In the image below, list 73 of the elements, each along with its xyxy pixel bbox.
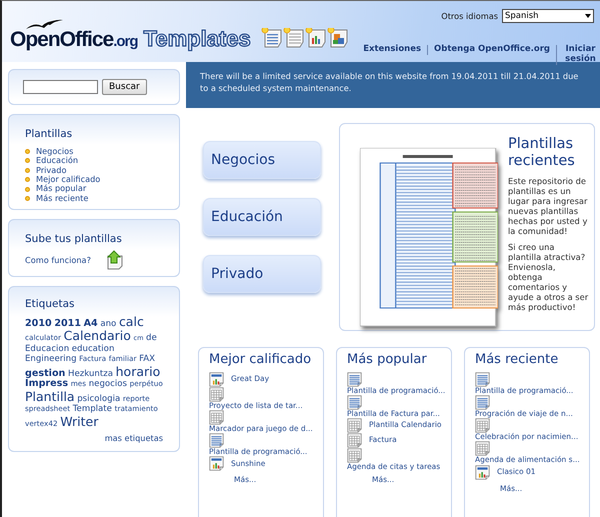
category-link[interactable]: Privado bbox=[36, 166, 67, 176]
panel-title: Plantillas bbox=[25, 127, 74, 142]
search-button[interactable]: Buscar bbox=[102, 79, 147, 95]
chart-document-icon bbox=[475, 464, 490, 480]
list-title: Mejor calificado bbox=[209, 352, 312, 368]
tag-link[interactable]: de bbox=[146, 333, 157, 344]
text-document-icon bbox=[475, 394, 490, 410]
bullet-icon bbox=[25, 158, 30, 164]
tag-link[interactable]: negocios bbox=[88, 379, 128, 390]
category-link[interactable]: Educación bbox=[36, 156, 78, 166]
nav-link[interactable]: Obtenga OpenOffice.org bbox=[427, 45, 556, 55]
search-field[interactable] bbox=[23, 80, 98, 94]
more-tags-link[interactable]: mas etiquetas bbox=[104, 433, 163, 444]
category-button[interactable]: Privado bbox=[203, 255, 321, 293]
logo-text: OpenOffice.org bbox=[10, 28, 138, 51]
spreadsheet-icon bbox=[347, 448, 362, 464]
spreadsheet-icon bbox=[475, 418, 490, 434]
tag-link[interactable]: gestion bbox=[25, 368, 66, 379]
tag-link[interactable]: Plantilla bbox=[25, 388, 75, 404]
intro-paragraph: Si creo una plantilla atractiva? Envienosla, obtenga comentarios y ayude a otros a ser más productivo! bbox=[508, 243, 590, 313]
tag-link[interactable]: ano bbox=[100, 318, 116, 329]
bullet-icon bbox=[25, 196, 30, 202]
tag-link[interactable]: 2011 bbox=[54, 318, 82, 329]
tag-link[interactable]: calc bbox=[118, 314, 144, 329]
bullet-icon bbox=[25, 148, 30, 154]
spreadsheet-icon bbox=[209, 386, 224, 402]
tag-link[interactable]: 2010 bbox=[25, 318, 52, 329]
category-link[interactable]: Negocios bbox=[36, 146, 74, 156]
caret-icon bbox=[585, 14, 591, 18]
product-title: Templates bbox=[144, 28, 251, 50]
tag-link[interactable]: Calendario bbox=[64, 328, 131, 344]
tag-link[interactable]: Engineering bbox=[25, 354, 77, 364]
tag-link[interactable]: Impress bbox=[25, 378, 68, 390]
text-document-icon bbox=[475, 372, 490, 387]
text-document-icon bbox=[347, 394, 362, 410]
category-button[interactable]: Educación bbox=[203, 198, 321, 236]
tag-link[interactable]: A4 bbox=[84, 318, 98, 329]
spreadsheet-icon bbox=[347, 433, 362, 448]
list-title: Más reciente bbox=[475, 352, 560, 368]
tag-link[interactable]: FAX bbox=[139, 354, 155, 364]
spreadsheet-icon bbox=[209, 410, 224, 425]
bullet-icon bbox=[25, 186, 30, 192]
recent-title: Plantillas recientes bbox=[508, 136, 576, 170]
help-link[interactable]: Como funciona? bbox=[25, 254, 91, 266]
panel-title: Sube tus plantillas bbox=[25, 232, 123, 248]
tag-link[interactable]: education bbox=[72, 344, 114, 354]
upload-icon bbox=[104, 250, 125, 270]
bullet-icon bbox=[25, 177, 30, 182]
chart-document-icon bbox=[209, 372, 224, 387]
language-select[interactable]: Spanish bbox=[502, 9, 594, 23]
text-document-icon bbox=[347, 372, 362, 387]
tag-link[interactable]: psicologia bbox=[77, 394, 120, 404]
spreadsheet-icon bbox=[347, 418, 362, 434]
nav-link[interactable]: Extensiones bbox=[357, 45, 428, 55]
tag-link[interactable]: Template bbox=[72, 404, 112, 414]
list-title: Más popular bbox=[347, 352, 428, 368]
intro-paragraph: Este repositorio de plantillas es un lugar para ingresar nuevas plantillas hechas por usted y la comunidad! bbox=[508, 177, 588, 238]
chart-document-icon bbox=[209, 456, 224, 472]
bullet-icon bbox=[25, 168, 30, 173]
panel-title: Etiquetas bbox=[25, 297, 76, 312]
tag-link[interactable]: Writer bbox=[60, 414, 98, 429]
category-button[interactable]: Negocios bbox=[203, 141, 321, 179]
maintenance-notice: There will be a limited service available on this website from 19.04.2011 till 21.04.2011 due to a scheduled system maintenance. bbox=[186, 62, 600, 108]
text-document-icon bbox=[209, 433, 224, 448]
tag-link[interactable]: Hezkuntza bbox=[68, 368, 114, 379]
tag-link[interactable]: horario bbox=[116, 364, 160, 379]
category-link[interactable]: Mejor calificado bbox=[36, 175, 100, 184]
category-link[interactable]: Más popular bbox=[36, 184, 86, 194]
spreadsheet-icon bbox=[475, 441, 490, 456]
language-label: Otros idiomas bbox=[441, 10, 498, 22]
tag-link[interactable]: Educacion bbox=[25, 344, 70, 354]
category-link[interactable]: Más reciente bbox=[36, 194, 88, 204]
birds-icon bbox=[24, 19, 64, 31]
